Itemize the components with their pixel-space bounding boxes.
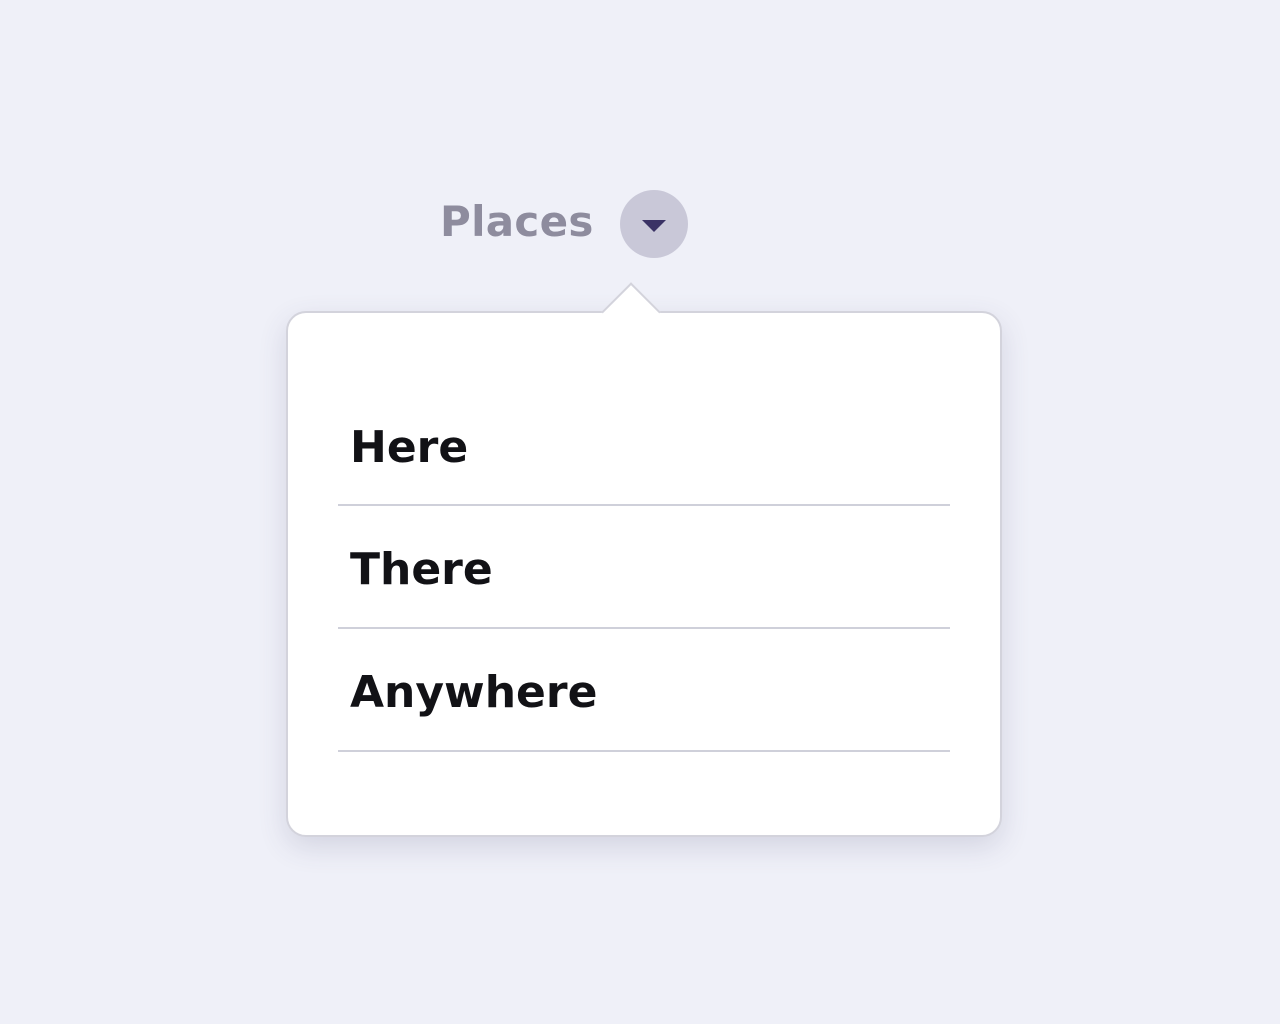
option-label: Here (350, 421, 469, 473)
option-here[interactable]: Here (338, 385, 950, 506)
popover-arrow (601, 282, 661, 342)
option-label: Anywhere (350, 666, 598, 718)
option-there[interactable]: There (338, 506, 950, 629)
page: Places Here There Anywhere (0, 0, 1280, 1024)
dropdown-toggle-button[interactable] (619, 190, 688, 258)
dropdown-label: Places (440, 197, 594, 246)
caret-down-icon (641, 219, 666, 232)
option-anywhere[interactable]: Anywhere (338, 629, 950, 752)
dropdown-menu-popover: Here There Anywhere (286, 282, 1002, 837)
places-dropdown-trigger[interactable]: Places (440, 190, 688, 258)
option-label: There (350, 543, 493, 595)
dropdown-options-list: Here There Anywhere (338, 385, 950, 752)
